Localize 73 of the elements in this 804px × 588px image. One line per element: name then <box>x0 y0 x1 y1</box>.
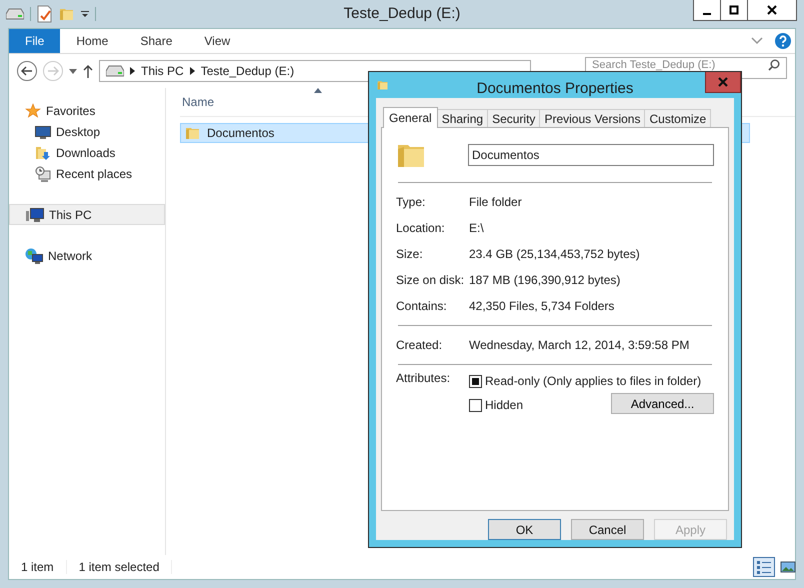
sidebar-item[interactable]: Desktop <box>9 121 165 142</box>
dropdown-icon[interactable] <box>81 10 89 18</box>
field-label: Attributes: <box>396 371 452 387</box>
ribbon-tab[interactable]: Home <box>60 29 124 53</box>
file-name: Documentos <box>207 126 274 140</box>
breadcrumb[interactable]: Teste_Dedup (E:) <box>200 64 294 78</box>
caret-icon[interactable] <box>69 68 77 74</box>
clock-monitor-icon <box>35 166 51 182</box>
network-icon <box>25 248 43 264</box>
breadcrumb-arrow-icon <box>130 67 135 75</box>
properties-icon[interactable] <box>37 5 53 23</box>
sidebar-item[interactable]: Recent places <box>9 163 165 184</box>
dialog-tab[interactable]: General <box>383 107 438 128</box>
field-value: File folder <box>469 195 522 209</box>
field-value: 23.4 GB (25,134,453,752 bytes) <box>469 247 640 261</box>
field-value: Wednesday, March 12, 2014, 3:59:58 PM <box>469 338 690 352</box>
folder-icon <box>185 125 201 141</box>
breadcrumb[interactable]: This PC <box>141 64 184 78</box>
minimize-button[interactable] <box>693 0 721 21</box>
dialog-tab[interactable]: Sharing <box>436 109 488 127</box>
sidebar-item[interactable]: Network <box>9 245 165 266</box>
column-header[interactable]: Name <box>182 95 214 109</box>
folder-arrow-icon <box>35 144 51 160</box>
maximize-icon <box>729 5 739 15</box>
field-value: 187 MB (196,390,912 bytes) <box>469 273 620 287</box>
drive-icon <box>6 8 24 20</box>
field-label: Size on disk: <box>396 273 466 287</box>
up-arrow-icon[interactable] <box>83 64 93 78</box>
dialog-tab[interactable]: Security <box>487 109 540 127</box>
details-view-button[interactable] <box>753 557 775 577</box>
close-button[interactable] <box>747 0 797 21</box>
checkbox[interactable] <box>469 374 482 388</box>
forward-arrow-icon <box>47 66 59 76</box>
search-icon <box>768 59 780 71</box>
dialog-title: Documentos Properties <box>476 80 634 97</box>
checkbox[interactable] <box>469 398 482 412</box>
star-icon <box>25 102 41 118</box>
close-icon <box>767 5 777 15</box>
close-icon <box>718 77 728 87</box>
dialog-button[interactable]: OK <box>488 519 561 540</box>
window-title: Teste_Dedup (E:) <box>344 5 460 22</box>
sidebar-item[interactable]: Favorites <box>9 100 165 121</box>
monitor-icon <box>35 124 51 138</box>
advanced-button[interactable]: Advanced... <box>611 393 714 414</box>
sidebar-item[interactable]: Downloads <box>9 142 165 163</box>
status-text: 1 item <box>9 560 67 574</box>
status-text: 1 item selected <box>66 560 172 574</box>
ribbon-tab[interactable]: View <box>188 29 246 53</box>
sidebar-item[interactable]: This PC <box>9 204 165 225</box>
breadcrumb-arrow-icon <box>190 67 195 75</box>
chevron-icon[interactable] <box>751 37 763 45</box>
dialog-button[interactable]: Cancel <box>571 519 644 540</box>
computer-icon <box>26 206 44 222</box>
back-button[interactable] <box>17 61 37 81</box>
ribbon-tab[interactable]: File <box>9 29 60 53</box>
field-value: E:\ <box>469 221 484 235</box>
sort-arrow-icon <box>314 88 322 93</box>
field-label: Created: <box>396 338 444 352</box>
ribbon-tab[interactable]: Share <box>124 29 188 53</box>
field-label: Location: <box>396 221 446 235</box>
field-label: Size: <box>396 247 424 261</box>
name-field[interactable]: Documentos <box>468 144 714 166</box>
checkbox-label: Hidden <box>485 398 524 412</box>
drive-icon <box>106 65 124 77</box>
minimize-icon <box>703 12 711 14</box>
field-label: Contains: <box>396 299 448 313</box>
field-label: Type: <box>396 195 426 209</box>
help-icon[interactable] <box>775 33 791 49</box>
checkbox-label: Read-only (Only applies to files in folder) <box>485 374 702 388</box>
back-arrow-icon <box>21 66 33 76</box>
maximize-button[interactable] <box>720 0 748 21</box>
dialog-tab[interactable]: Customize <box>644 109 712 127</box>
field-value: 42,350 Files, 5,734 Folders <box>469 299 614 313</box>
